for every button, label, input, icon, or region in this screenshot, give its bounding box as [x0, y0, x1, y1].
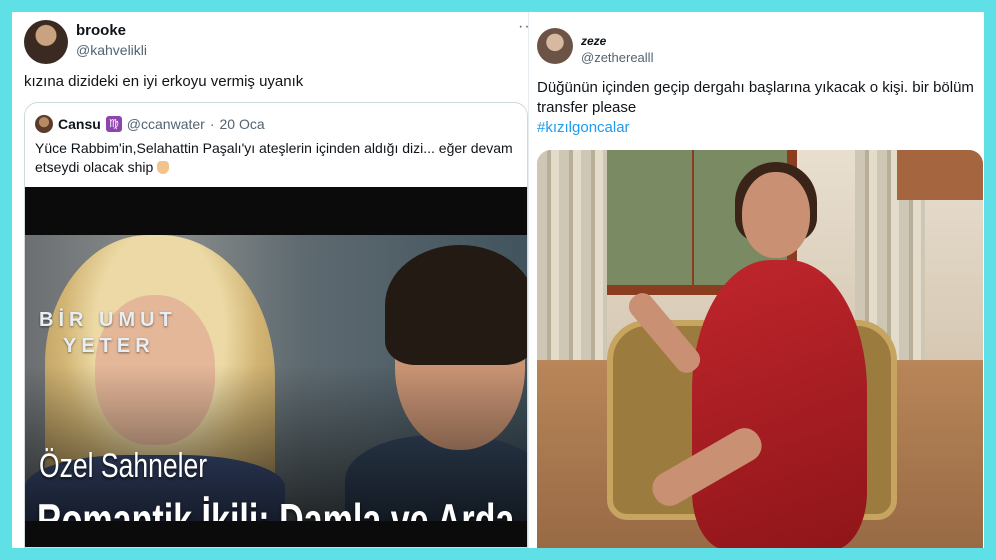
cansu-avatar[interactable] [35, 115, 53, 133]
face [742, 172, 810, 258]
quote-separator: · [209, 116, 215, 132]
video-title: Romantik İkili: Damla ve Arda [37, 494, 515, 521]
quote-author-handle[interactable]: @ccanwater [127, 116, 205, 132]
author-handle[interactable]: @kahvelikli [76, 42, 147, 58]
window-pane [692, 150, 694, 285]
man-hair [385, 245, 527, 365]
curtain-left [537, 150, 607, 365]
tweet-photo[interactable] [537, 150, 983, 548]
zeze-avatar[interactable] [537, 28, 573, 64]
pointing-down-hand-icon [157, 161, 170, 174]
series-logo-line1: BİR UMUT [39, 309, 177, 331]
author-name[interactable]: zeze [581, 34, 606, 48]
author-name[interactable]: brooke [76, 22, 126, 39]
wall-frame [897, 150, 983, 200]
quote-media-video[interactable]: BİR UMUT YETER Özel Sahneler Romantik İk… [25, 187, 527, 547]
brooke-avatar[interactable] [24, 20, 68, 64]
series-logo-line2: YETER [63, 335, 155, 357]
virgo-icon: ♍ [105, 116, 122, 132]
quoted-tweet[interactable]: Cansu ♍ @ccanwater · 20 Oca Yüce Rabbim'… [24, 102, 528, 548]
tweet-text: kızına dizideki en iyi erkoyu vermiş uya… [24, 73, 304, 90]
right-tweet-card[interactable]: zeze @zetherealll Düğünün içinden geçip … [528, 12, 984, 548]
left-tweet-card[interactable]: brooke @kahvelikli ··· kızına dizideki e… [12, 12, 540, 548]
tweet-text: Düğünün içinden geçip dergahı başlarına … [537, 79, 974, 116]
video-frame: BİR UMUT YETER Özel Sahneler Romantik İk… [25, 235, 527, 521]
quote-header: Cansu ♍ @ccanwater · 20 Oca [35, 115, 265, 133]
tweet-text-block: Düğünün içinden geçip dergahı başlarına … [537, 78, 977, 138]
video-subtitle: Özel Sahneler [39, 447, 208, 485]
quote-text-block: Yüce Rabbim'in,Selahattin Paşalı'yı ateş… [35, 139, 519, 177]
quote-author-name[interactable]: Cansu [58, 116, 101, 132]
red-dress [692, 260, 867, 548]
hashtag-link[interactable]: #kızılgoncalar [537, 119, 630, 136]
quote-date[interactable]: 20 Oca [220, 116, 265, 132]
quote-text: Yüce Rabbim'in,Selahattin Paşalı'yı ateş… [35, 140, 513, 175]
author-handle[interactable]: @zetherealll [581, 50, 653, 65]
series-logo: BİR UMUT YETER [39, 307, 199, 359]
